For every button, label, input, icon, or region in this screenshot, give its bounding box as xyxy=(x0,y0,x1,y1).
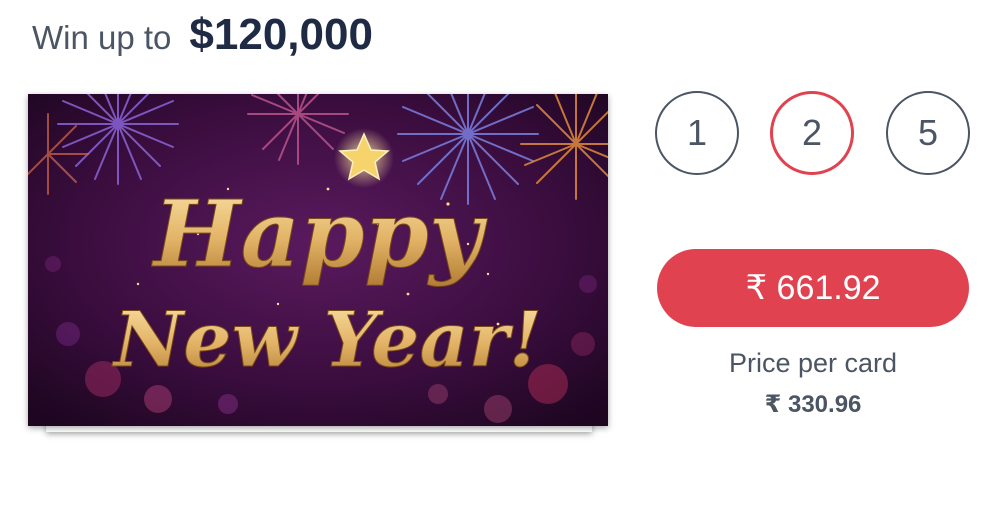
quantity-option-2[interactable]: 2 xyxy=(770,91,854,175)
price-per-card-value: ₹ 330.96 xyxy=(764,391,862,418)
quantity-option-1[interactable]: 1 xyxy=(655,91,739,175)
card-title-line2: New Year! xyxy=(112,295,542,384)
buy-button[interactable]: ₹ 661.92 xyxy=(657,249,969,327)
quantity-option-label: 2 xyxy=(801,112,823,153)
price-per-card-label: Price per card xyxy=(728,348,898,378)
scratch-card-stack[interactable]: Happy New Year! xyxy=(28,94,610,438)
prize-headline: Win up to $120,000 xyxy=(32,10,373,70)
prize-amount: $120,000 xyxy=(189,10,373,59)
prize-prefix: Win up to xyxy=(32,19,172,56)
card-title-line1: Happy xyxy=(151,180,488,288)
buy-button-label: ₹ 661.92 xyxy=(745,269,881,307)
ticket-purchase-panel: Win up to $120,000 Happy New Year! 1 2 5… xyxy=(0,0,992,512)
scratch-card-image[interactable]: Happy New Year! xyxy=(28,94,608,426)
quantity-option-5[interactable]: 5 xyxy=(886,91,970,175)
star-icon xyxy=(334,128,394,188)
happy-new-year-artwork: Happy New Year! xyxy=(28,94,608,426)
quantity-option-label: 5 xyxy=(917,112,939,153)
quantity-option-label: 1 xyxy=(686,112,708,153)
